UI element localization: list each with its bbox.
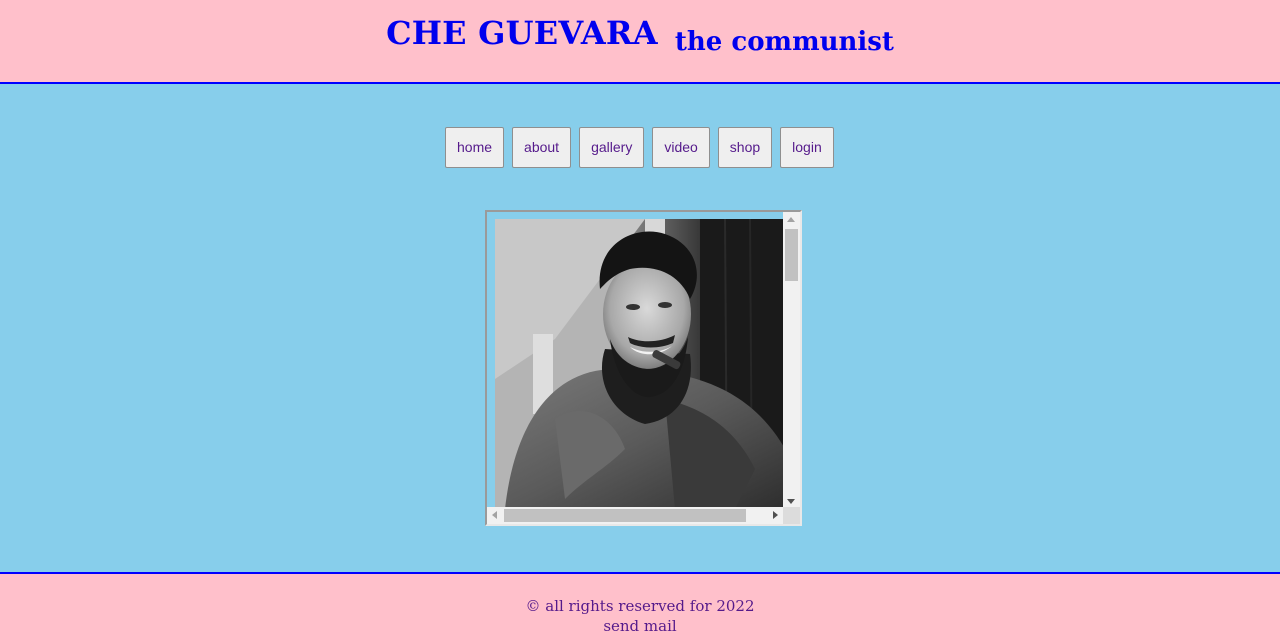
scroll-left-arrow-icon[interactable] — [492, 511, 497, 519]
send-mail-link[interactable]: send mail — [0, 616, 1280, 636]
scroll-up-arrow-icon[interactable] — [787, 217, 795, 222]
title-sub: the communist — [674, 27, 894, 57]
scroll-right-arrow-icon[interactable] — [773, 511, 778, 519]
nav-video-button[interactable]: video — [652, 127, 710, 168]
main-nav: home about gallery video shop login — [445, 127, 834, 168]
title-main: CHE GUEVARA — [386, 14, 658, 52]
image-iframe[interactable] — [485, 210, 802, 526]
page-footer: © all rights reserved for 2022 send mail — [0, 572, 1280, 644]
vertical-scroll-thumb[interactable] — [785, 229, 798, 281]
nav-login-button[interactable]: login — [780, 127, 834, 168]
nav-gallery-button[interactable]: gallery — [579, 127, 645, 168]
site-title: CHE GUEVARA the communist — [0, 14, 1280, 57]
vertical-scrollbar[interactable] — [783, 212, 800, 509]
scroll-down-arrow-icon[interactable] — [787, 499, 795, 504]
nav-about-button[interactable]: about — [512, 127, 572, 168]
copyright-text: © all rights reserved for 2022 — [525, 597, 755, 615]
horizontal-scrollbar[interactable] — [487, 507, 783, 524]
portrait-photo — [495, 219, 785, 509]
scrollbar-corner — [783, 507, 800, 524]
page-header: CHE GUEVARA the communist — [0, 0, 1280, 84]
nav-home-button[interactable]: home — [445, 127, 505, 168]
nav-shop-button[interactable]: shop — [717, 127, 773, 168]
horizontal-scroll-thumb[interactable] — [504, 509, 746, 522]
